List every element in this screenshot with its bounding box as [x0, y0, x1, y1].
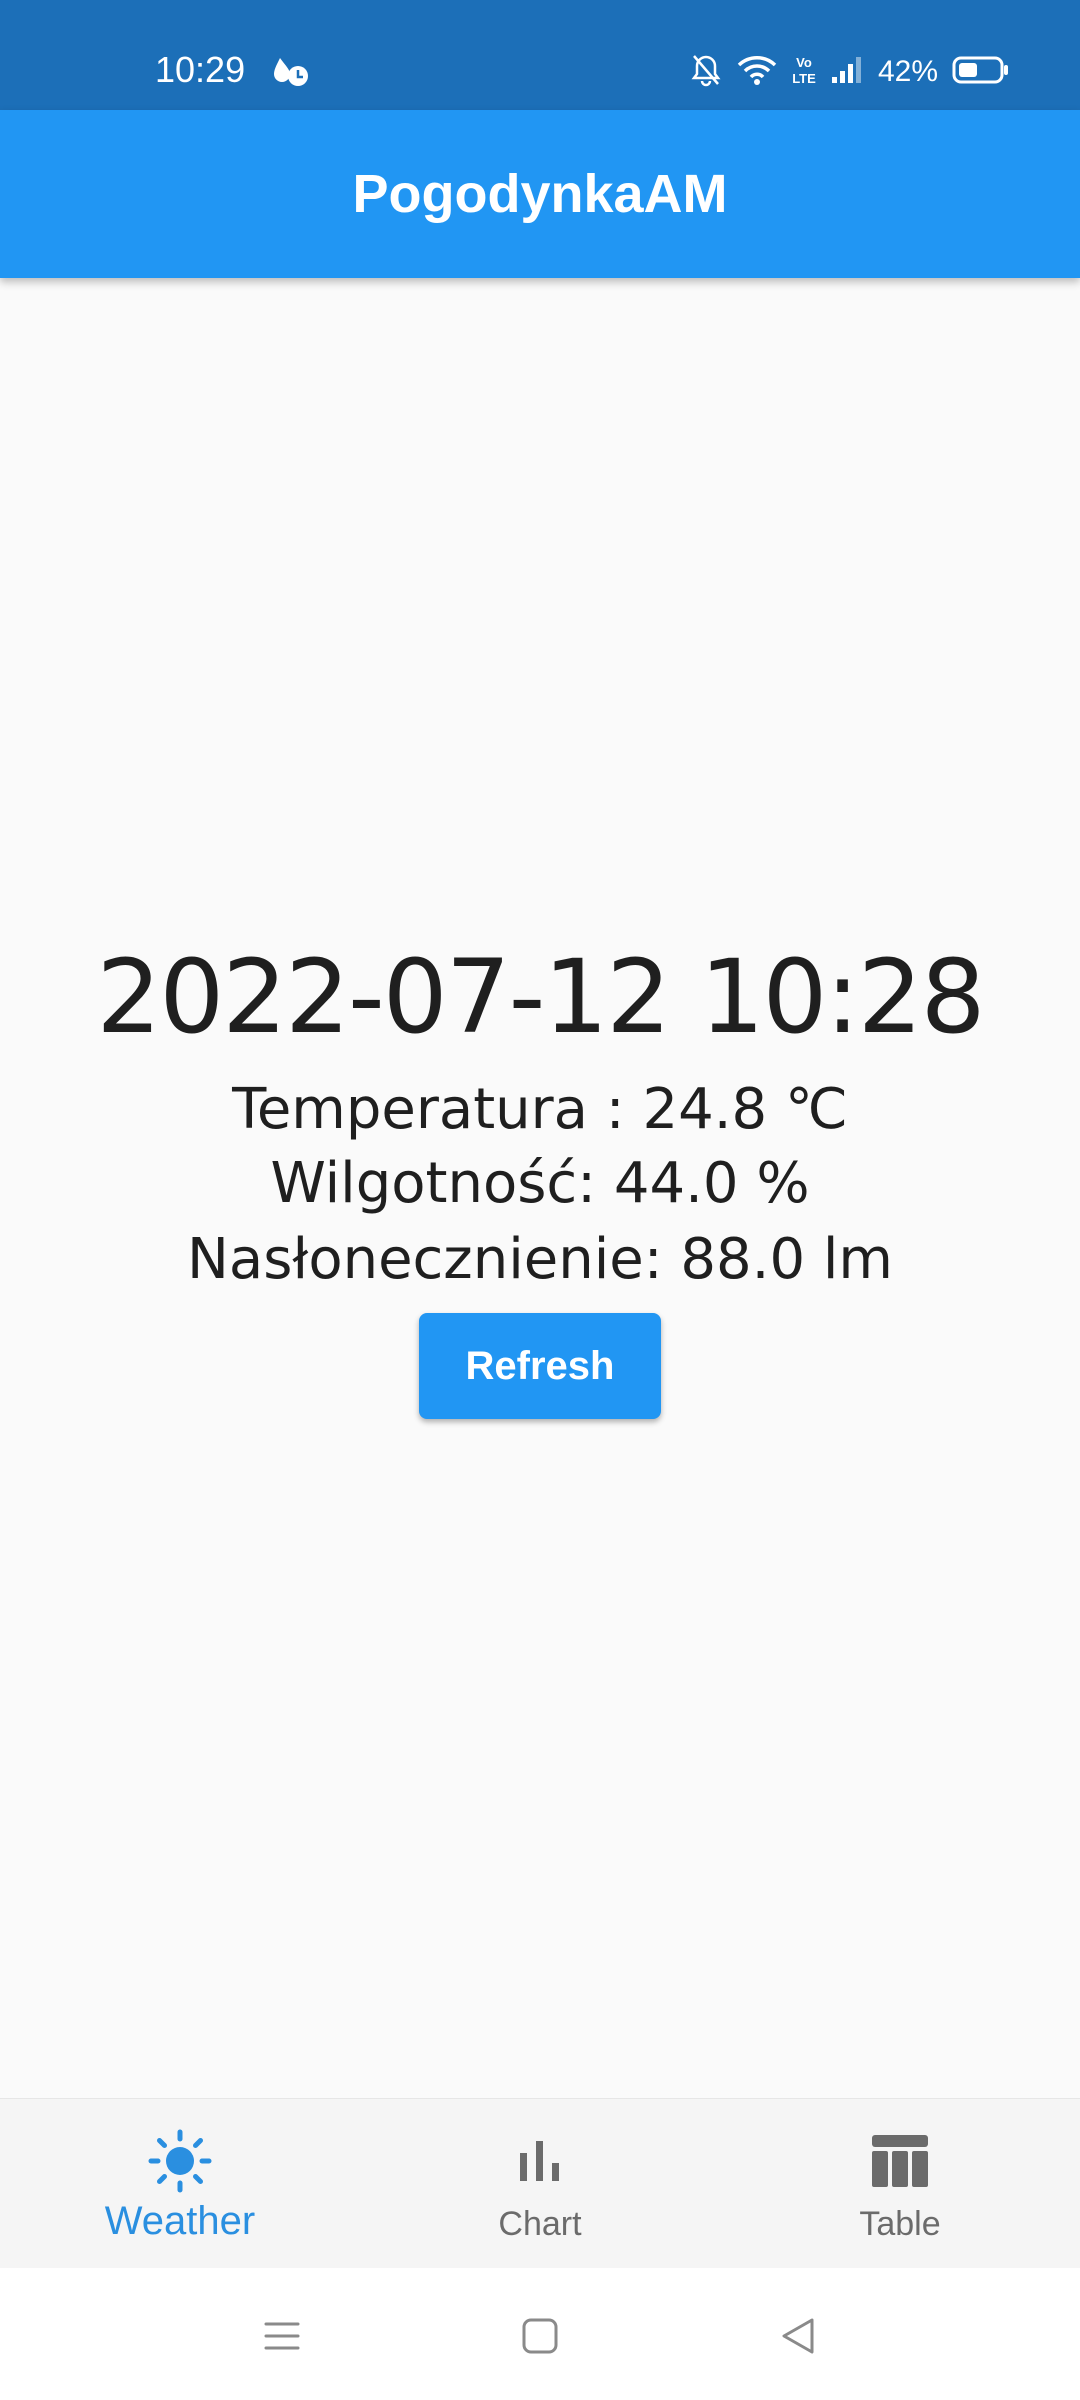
- app-title: PogodynkaAM: [352, 164, 728, 224]
- weather-content: 2022-07-12 10:28 Temperatura : 24.8 ℃ Wi…: [0, 278, 1080, 2098]
- table-icon: [868, 2129, 932, 2193]
- nav-label-chart: Chart: [498, 2205, 582, 2243]
- insolation-reading: Nasłonecznienie: 88.0 lm: [187, 1227, 893, 1292]
- menu-icon[interactable]: [252, 2306, 312, 2366]
- screen: 10:29 Vo LTE 42% PogodynkaAM 2022-07-12 …: [0, 0, 1080, 2400]
- volte-icon: Vo LTE: [792, 53, 816, 92]
- refresh-button[interactable]: Refresh: [419, 1313, 661, 1419]
- nav-item-weather[interactable]: Weather: [0, 2099, 360, 2269]
- signal-icon: [830, 55, 864, 90]
- nav-item-table[interactable]: Table: [720, 2099, 1080, 2269]
- wifi-icon: [736, 53, 778, 92]
- bottom-navigation: Weather Chart Table: [0, 2098, 1080, 2269]
- notification-icon: [270, 54, 314, 90]
- nav-label-weather: Weather: [104, 2199, 256, 2243]
- app-bar: PogodynkaAM: [0, 110, 1080, 278]
- battery-icon: [952, 55, 1010, 90]
- sun-icon: [148, 2129, 212, 2193]
- system-navigation-bar: [0, 2268, 1080, 2400]
- status-time: 10:29: [155, 49, 246, 90]
- back-icon[interactable]: [768, 2306, 828, 2366]
- svg-text:Vo: Vo: [796, 55, 812, 70]
- svg-text:LTE: LTE: [792, 71, 816, 86]
- status-bar: 10:29 Vo LTE 42%: [0, 0, 1080, 110]
- battery-percent: 42%: [877, 55, 938, 88]
- nav-label-table: Table: [859, 2205, 941, 2243]
- mute-icon: [690, 53, 722, 92]
- home-icon[interactable]: [510, 2306, 570, 2366]
- humidity-reading: Wilgotność: 44.0 %: [270, 1151, 810, 1216]
- nav-item-chart[interactable]: Chart: [360, 2099, 720, 2269]
- status-icons: Vo LTE 42%: [676, 50, 1010, 94]
- measurement-datetime: 2022-07-12 10:28: [96, 938, 985, 1057]
- temperature-reading: Temperatura : 24.8 ℃: [232, 1077, 848, 1142]
- bar-chart-icon: [508, 2129, 572, 2193]
